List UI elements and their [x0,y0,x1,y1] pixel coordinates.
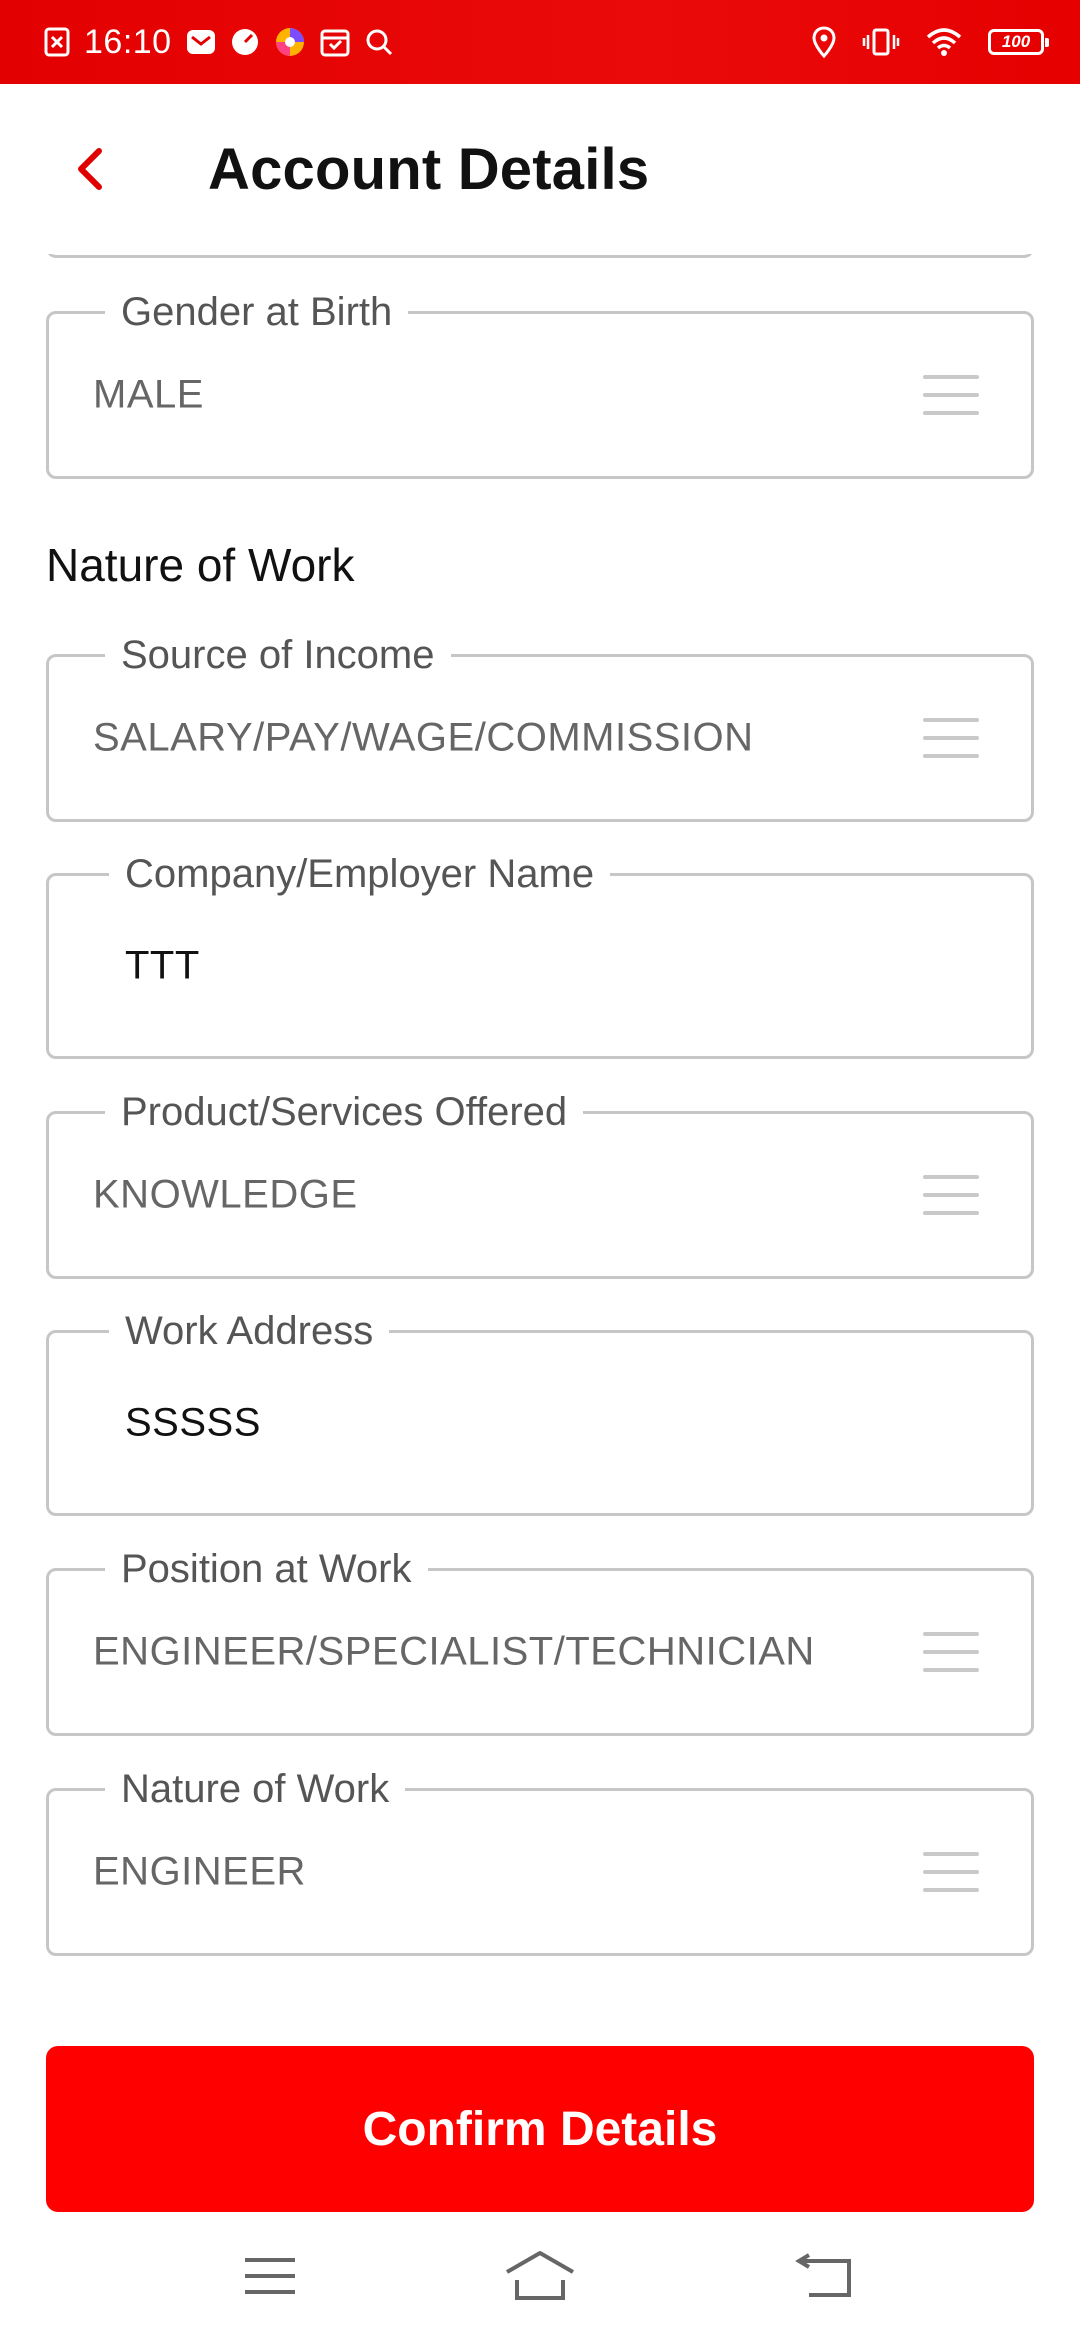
source-of-income-select[interactable]: Source of Income SALARY/PAY/WAGE/COMMISS… [46,631,1034,822]
status-left: 16:10 [44,0,394,84]
battery-icon: 100 [988,29,1049,55]
source-of-income-value: SALARY/PAY/WAGE/COMMISSION [93,715,754,760]
gender-label: Gender at Birth [105,288,409,336]
search-icon [364,27,394,57]
company-name-label: Company/Employer Name [109,850,611,898]
menu-icon [923,718,979,758]
calendar-icon [320,27,350,57]
position-select[interactable]: Position at Work ENGINEER/SPECIALIST/TEC… [46,1545,1034,1736]
form-scroll-area[interactable]: Gender at Birth MALE Nature of Work Sour… [0,254,1080,2024]
location-icon [812,26,836,58]
products-services-select[interactable]: Product/Services Offered KNOWLEDGE [46,1088,1034,1279]
nature-of-work-label: Nature of Work [105,1765,406,1813]
position-label: Position at Work [105,1545,428,1593]
chevron-left-icon [78,148,102,190]
back-icon [795,2253,851,2297]
wifi-icon [926,27,962,57]
browser-icon [274,26,306,58]
products-services-label: Product/Services Offered [105,1088,584,1136]
company-name-field[interactable]: Company/Employer Name TTT [46,850,1034,1059]
notification-x-icon [44,27,70,57]
position-value: ENGINEER/SPECIALIST/TECHNICIAN [93,1629,815,1674]
previous-field-partial[interactable] [46,254,1034,258]
nature-of-work-value: ENGINEER [93,1849,306,1894]
status-right: 100 [812,0,1049,84]
page-title: Account Details [208,137,650,202]
vibrate-icon [862,27,900,57]
home-icon [506,2251,574,2300]
menu-icon [923,375,979,415]
battery-level: 100 [1001,32,1031,51]
section-title: Nature of Work [46,539,355,591]
nav-back-button[interactable] [775,2240,875,2312]
menu-icon [923,1632,979,1672]
nav-home-button[interactable] [490,2240,590,2312]
app-header: Account Details [0,84,1080,254]
work-address-label: Work Address [109,1307,390,1355]
mail-icon [186,27,216,57]
nature-of-work-select[interactable]: Nature of Work ENGINEER [46,1765,1034,1956]
nav-menu-button[interactable] [220,2240,320,2312]
work-address-field[interactable]: Work Address SSSSS [46,1307,1034,1516]
products-services-value: KNOWLEDGE [93,1172,358,1217]
status-bar: 16:10 100 [0,0,1080,84]
menu-icon [923,1852,979,1892]
speedometer-icon [230,27,260,57]
back-button[interactable] [62,134,118,204]
company-name-value: TTT [125,943,200,988]
gender-select[interactable]: Gender at Birth MALE [46,288,1034,479]
work-address-value: SSSSS [125,1400,261,1445]
menu-icon [245,2258,295,2294]
gender-value: MALE [93,372,204,417]
menu-icon [923,1175,979,1215]
status-time: 16:10 [84,22,172,61]
source-of-income-label: Source of Income [105,631,451,679]
system-nav-bar [0,2212,1080,2340]
confirm-details-button[interactable]: Confirm Details [46,2046,1034,2212]
